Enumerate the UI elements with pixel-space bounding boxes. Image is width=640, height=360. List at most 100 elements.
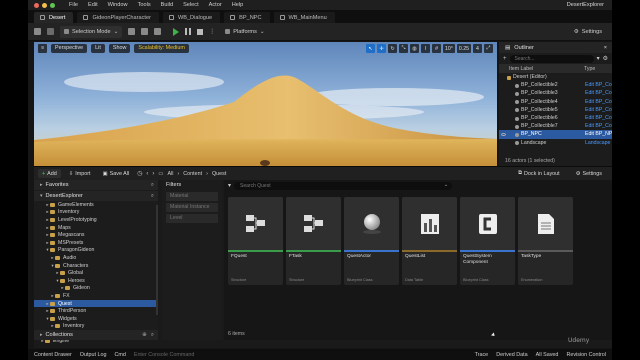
outliner-row[interactable]: Landscape Landscape <box>499 139 612 147</box>
asset-tile[interactable]: QuestSystem Component Blueprint Class <box>460 197 515 285</box>
outliner-row[interactable]: BP_Collectible2Edit BP_Colle <box>499 81 612 89</box>
outliner-row-type[interactable]: Edit BP_Colle <box>585 99 612 105</box>
asset-search-input[interactable]: Search Quest <box>234 181 453 190</box>
menu-edit[interactable]: Edit <box>88 2 98 8</box>
view-mode-dropdown[interactable]: Lit <box>91 43 105 53</box>
maximize-viewport-icon[interactable]: ⤢ <box>484 44 493 53</box>
collections-search-icon[interactable]: ⌕ <box>151 332 154 339</box>
grid-snap-icon[interactable]: # <box>432 44 442 53</box>
outliner-row[interactable]: BP_NPCEdit BP_NPC <box>499 130 612 139</box>
outliner-row-type[interactable]: Edit BP_Colle <box>585 115 612 121</box>
folder-tree-item[interactable]: ▸ Audio <box>34 254 158 262</box>
folder-tree-item[interactable]: ▾ Heroes <box>34 277 158 285</box>
output-log-button[interactable]: Output Log <box>80 352 107 358</box>
selection-mode-dropdown[interactable]: Selection Mode ⌄ <box>60 25 123 38</box>
folder-tree-item[interactable]: ▸ ThirdPerson <box>34 307 158 315</box>
add-actor-icon[interactable] <box>128 28 136 35</box>
asset-tile[interactable]: TaskType Enumeration <box>518 197 573 285</box>
play-button[interactable] <box>173 27 180 36</box>
folder-tree-item[interactable]: ▸ LevelPrototyping <box>34 216 158 224</box>
scalability-warning[interactable]: Scalability: Medium <box>134 43 189 53</box>
level-viewport[interactable]: ≡ Perspective Lit Show Scalability: Medi… <box>34 42 497 166</box>
content-drawer-button[interactable]: Content Drawer <box>34 352 72 358</box>
outliner-row[interactable]: BP_Collectible6Edit BP_Colle <box>499 114 612 122</box>
folder-tree-item[interactable]: ▸ Gideon <box>34 285 158 293</box>
console-command-input[interactable]: Enter Console Command <box>134 352 195 358</box>
camera-speed-value[interactable]: 4 <box>473 44 482 53</box>
menu-actor[interactable]: Actor <box>209 2 222 8</box>
outliner-row-type[interactable]: Landscape <box>585 140 612 146</box>
outliner-row-type[interactable]: Edit BP_Colle <box>585 123 612 129</box>
breadcrumb-all[interactable]: All <box>167 171 173 177</box>
folder-tree-scrollbar[interactable] <box>156 205 158 315</box>
folder-tree-item[interactable]: ▾ Widgets <box>34 315 158 323</box>
folder-tree-item[interactable]: ▾ ParagonGideon <box>34 247 158 255</box>
folder-tree-item[interactable]: ▸Quest <box>34 299 158 308</box>
close-icon[interactable]: × <box>604 45 612 51</box>
save-icon[interactable] <box>34 28 41 35</box>
cmd-dropdown[interactable]: Cmd <box>114 352 125 358</box>
asset-tile[interactable]: FQuest Structure <box>228 197 283 285</box>
folder-tree-item[interactable]: ▾ Characters <box>34 262 158 270</box>
outliner-row-type[interactable]: Edit BP_Colle <box>585 82 612 88</box>
scale-snap-value[interactable]: 0.25 <box>456 44 471 53</box>
folder-tree-item[interactable]: ▸ Inventory <box>34 209 158 217</box>
breadcrumb-quest[interactable]: Quest <box>212 171 226 177</box>
project-section[interactable]: ▾ DesertExplorer ⌕ <box>34 191 158 201</box>
folder-tree-item[interactable]: ▸ GameElements <box>34 201 158 209</box>
tab-bp-npc[interactable]: BP_NPC <box>224 12 270 23</box>
scale-mode-icon[interactable]: ⤡ <box>399 44 409 53</box>
menu-build[interactable]: Build <box>161 2 173 8</box>
outliner-row-type[interactable]: Edit BP_Colle <box>585 90 612 96</box>
menu-select[interactable]: Select <box>183 2 199 8</box>
folder-tree-item[interactable]: ▸ Maps <box>34 224 158 232</box>
perspective-dropdown[interactable]: Perspective <box>51 43 88 53</box>
breadcrumb-content[interactable]: Content <box>183 171 202 177</box>
filter-material-instance[interactable]: Material Instance <box>166 203 218 212</box>
menu-tools[interactable]: Tools <box>138 2 151 8</box>
world-local-icon[interactable]: ◍ <box>410 44 420 53</box>
asset-tile[interactable]: FTask Structure <box>286 197 341 285</box>
tab-wb-dialogue[interactable]: WB_Dialogue <box>162 12 221 23</box>
filter-material[interactable]: Material <box>166 192 218 201</box>
close-window-button[interactable] <box>34 2 39 8</box>
add-collection-icon[interactable]: ⊕ <box>142 332 147 339</box>
outliner-row-type[interactable]: Edit BP_Colle <box>585 107 612 113</box>
outliner-row[interactable]: BP_Collectible4Edit BP_Colle <box>499 98 612 106</box>
settings-icon[interactable]: ⚙ <box>603 55 608 62</box>
translate-mode-icon[interactable]: ✛ <box>377 44 387 53</box>
pause-button[interactable] <box>185 28 192 35</box>
folder-tree-item[interactable]: ▸ MSPresets <box>34 239 158 247</box>
all-saved-button[interactable]: All Saved <box>536 352 559 358</box>
forward-icon[interactable]: › <box>152 171 154 177</box>
folder-tree-item[interactable]: ▸ Global <box>34 269 158 277</box>
tab-desert[interactable]: Desert <box>34 12 74 23</box>
folder-tree-item[interactable]: ▸ FX <box>34 292 158 300</box>
trace-button[interactable]: Trace <box>475 352 489 358</box>
import-button[interactable]: ⇩ Import <box>65 169 95 178</box>
menu-window[interactable]: Window <box>108 2 128 8</box>
filter-icon[interactable]: ▾ <box>597 55 600 62</box>
add-button[interactable]: + Add <box>38 169 61 178</box>
content-settings-button[interactable]: ⚙ Settings <box>572 169 606 178</box>
favorites-search-icon[interactable]: ⌕ <box>151 182 158 189</box>
outliner-search-input[interactable]: Search... <box>509 54 594 63</box>
add-icon[interactable]: + <box>503 56 507 62</box>
asset-tile[interactable]: QuestList Data Table <box>402 197 457 285</box>
rotate-mode-icon[interactable]: ↻ <box>388 44 398 53</box>
stop-button[interactable] <box>197 28 204 35</box>
save-all-button[interactable]: ▣ Save All <box>99 169 134 178</box>
tab-gideon-player-character[interactable]: GideonPlayerCharacter <box>77 12 159 23</box>
type-column[interactable]: Type <box>584 66 595 72</box>
settings-button[interactable]: ⚙ Settings <box>570 26 606 38</box>
outliner-row-type[interactable]: Edit BP_NPC <box>585 131 612 137</box>
menu-file[interactable]: File <box>69 2 78 8</box>
play-options-icon[interactable]: ⋮ <box>209 28 215 35</box>
select-mode-icon[interactable]: ↖ <box>366 44 376 53</box>
dock-in-layout-button[interactable]: ⧉ Dock in Layout <box>514 169 564 178</box>
folder-tree-item[interactable]: ▸ Inventory <box>34 323 158 331</box>
show-dropdown[interactable]: Show <box>108 43 131 53</box>
favorites-section[interactable]: ▸ Favorites ⌕ <box>34 180 158 190</box>
outliner-row[interactable]: BP_Collectible7Edit BP_Colle <box>499 122 612 130</box>
minimize-window-button[interactable] <box>42 2 47 8</box>
